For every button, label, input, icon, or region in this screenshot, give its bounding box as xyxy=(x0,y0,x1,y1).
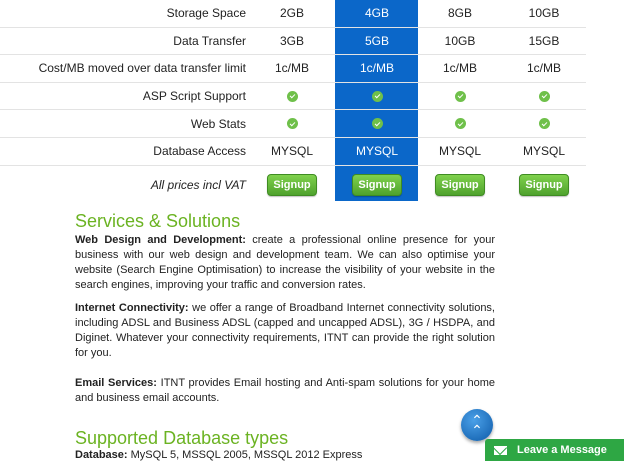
leave-message-button[interactable]: Leave a Message xyxy=(485,439,624,461)
cell: 8GB xyxy=(447,6,472,21)
cell: 10GB xyxy=(528,6,560,21)
table-row: ASP Script Support xyxy=(0,83,586,111)
services-section: Services & Solutions Web Design and Deve… xyxy=(75,211,495,406)
row-label: Web Stats xyxy=(190,116,246,131)
service-connectivity: Internet Connectivity: we offer a range … xyxy=(75,301,495,361)
cell: 2GB xyxy=(279,6,304,21)
cell: 10GB xyxy=(444,33,476,48)
double-chevron-up-icon: ⌃ ⌃ xyxy=(471,412,483,438)
cell: 3GB xyxy=(279,33,304,48)
row-label: Data Transfer xyxy=(173,33,246,48)
services-heading: Services & Solutions xyxy=(75,211,241,231)
cell: 4GB xyxy=(364,6,389,21)
check-icon xyxy=(538,118,550,130)
check-icon xyxy=(286,90,298,102)
row-label: Storage Space xyxy=(166,6,246,21)
service-title: Internet Connectivity: xyxy=(75,302,189,314)
signup-button[interactable]: Signup xyxy=(519,173,569,196)
signup-button[interactable]: Signup xyxy=(435,173,485,196)
cell: MYSQL xyxy=(270,144,313,159)
databases-heading: Supported Database types xyxy=(75,428,289,448)
check-icon xyxy=(454,90,466,102)
cell: 15GB xyxy=(528,33,560,48)
table-row: Data Transfer 3GB 5GB 10GB 15GB xyxy=(0,28,586,56)
check-icon xyxy=(286,118,298,130)
check-icon xyxy=(538,90,550,102)
cell: MYSQL xyxy=(438,144,481,159)
scroll-to-top-button[interactable]: ⌃ ⌃ xyxy=(461,409,493,441)
table-row: Web Stats xyxy=(0,110,586,138)
leave-message-label: Leave a Message xyxy=(517,444,607,456)
cell: 5GB xyxy=(364,33,389,48)
envelope-icon xyxy=(494,445,507,455)
service-email: Email Services: ITNT provides Email host… xyxy=(75,376,495,406)
service-title: Email Services: xyxy=(75,377,157,389)
cell: MYSQL xyxy=(355,144,398,159)
table-row: Storage Space 2GB 4GB 8GB 10GB xyxy=(0,0,586,28)
check-icon xyxy=(371,90,383,102)
cell: 1c/MB xyxy=(359,61,394,76)
check-icon xyxy=(454,118,466,130)
databases-list: Database: MySQL 5, MSSQL 2005, MSSQL 201… xyxy=(75,448,495,461)
cell: 1c/MB xyxy=(442,61,477,76)
databases-title: Database: xyxy=(75,449,128,461)
cell: 1c/MB xyxy=(526,61,561,76)
databases-section: Supported Database types Database: MySQL… xyxy=(75,428,495,461)
row-label: ASP Script Support xyxy=(142,89,246,104)
service-web-design: Web Design and Development: create a pro… xyxy=(75,233,495,293)
pricing-table: Storage Space 2GB 4GB 8GB 10GB Data Tran… xyxy=(0,0,586,204)
signup-button[interactable]: Signup xyxy=(352,173,402,196)
cell: 1c/MB xyxy=(274,61,309,76)
service-title: Web Design and Development: xyxy=(75,234,246,246)
prices-note: All prices incl VAT xyxy=(150,177,246,192)
table-row: Database Access MYSQL MYSQL MYSQL MYSQL xyxy=(0,138,586,166)
cell: MYSQL xyxy=(522,144,565,159)
check-icon xyxy=(371,118,383,130)
row-label: Database Access xyxy=(153,144,246,159)
table-row-signup: All prices incl VAT Signup Signup Signup… xyxy=(0,166,586,204)
table-row: Cost/MB moved over data transfer limit 1… xyxy=(0,55,586,83)
databases-text: MySQL 5, MSSQL 2005, MSSQL 2012 Express xyxy=(127,449,363,461)
signup-button[interactable]: Signup xyxy=(267,173,317,196)
row-label: Cost/MB moved over data transfer limit xyxy=(38,61,246,76)
